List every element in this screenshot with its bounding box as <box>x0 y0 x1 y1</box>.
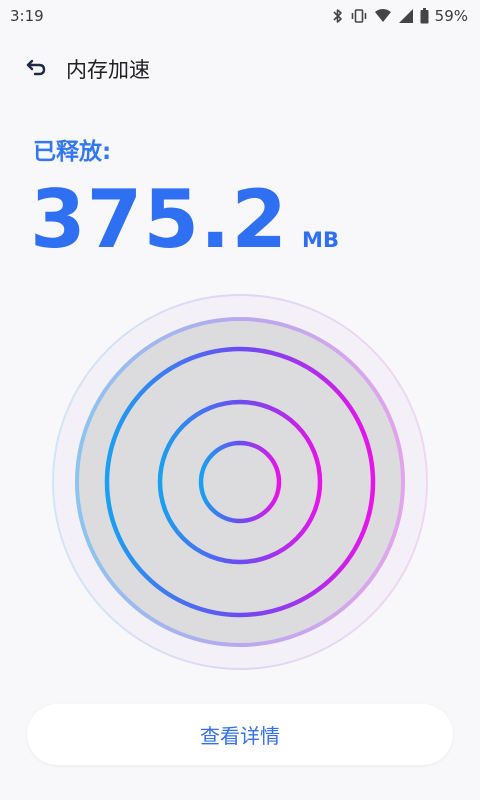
battery-percent: 59% <box>434 7 468 25</box>
released-value-row: 375.2 MB <box>30 180 339 260</box>
boost-rings-graphic <box>48 290 432 674</box>
released-value: 375.2 <box>30 173 289 266</box>
back-button[interactable] <box>22 55 50 83</box>
battery-icon <box>420 8 429 24</box>
view-details-button[interactable]: 查看详情 <box>27 704 453 765</box>
back-arrow-icon <box>25 58 47 80</box>
status-bar: 3:19 59% <box>0 0 480 32</box>
signal-icon <box>398 8 414 24</box>
bluetooth-icon <box>332 8 344 24</box>
top-bar: 内存加速 <box>0 46 480 92</box>
status-time: 3:19 <box>10 7 44 25</box>
released-label: 已释放: <box>33 139 112 165</box>
page-title: 内存加速 <box>66 58 150 82</box>
status-right: 59% <box>332 7 468 25</box>
released-unit: MB <box>302 228 339 252</box>
wifi-icon <box>374 8 392 24</box>
vibrate-icon <box>350 8 368 24</box>
status-left: 3:19 <box>10 7 44 25</box>
ring-outer <box>75 317 405 647</box>
